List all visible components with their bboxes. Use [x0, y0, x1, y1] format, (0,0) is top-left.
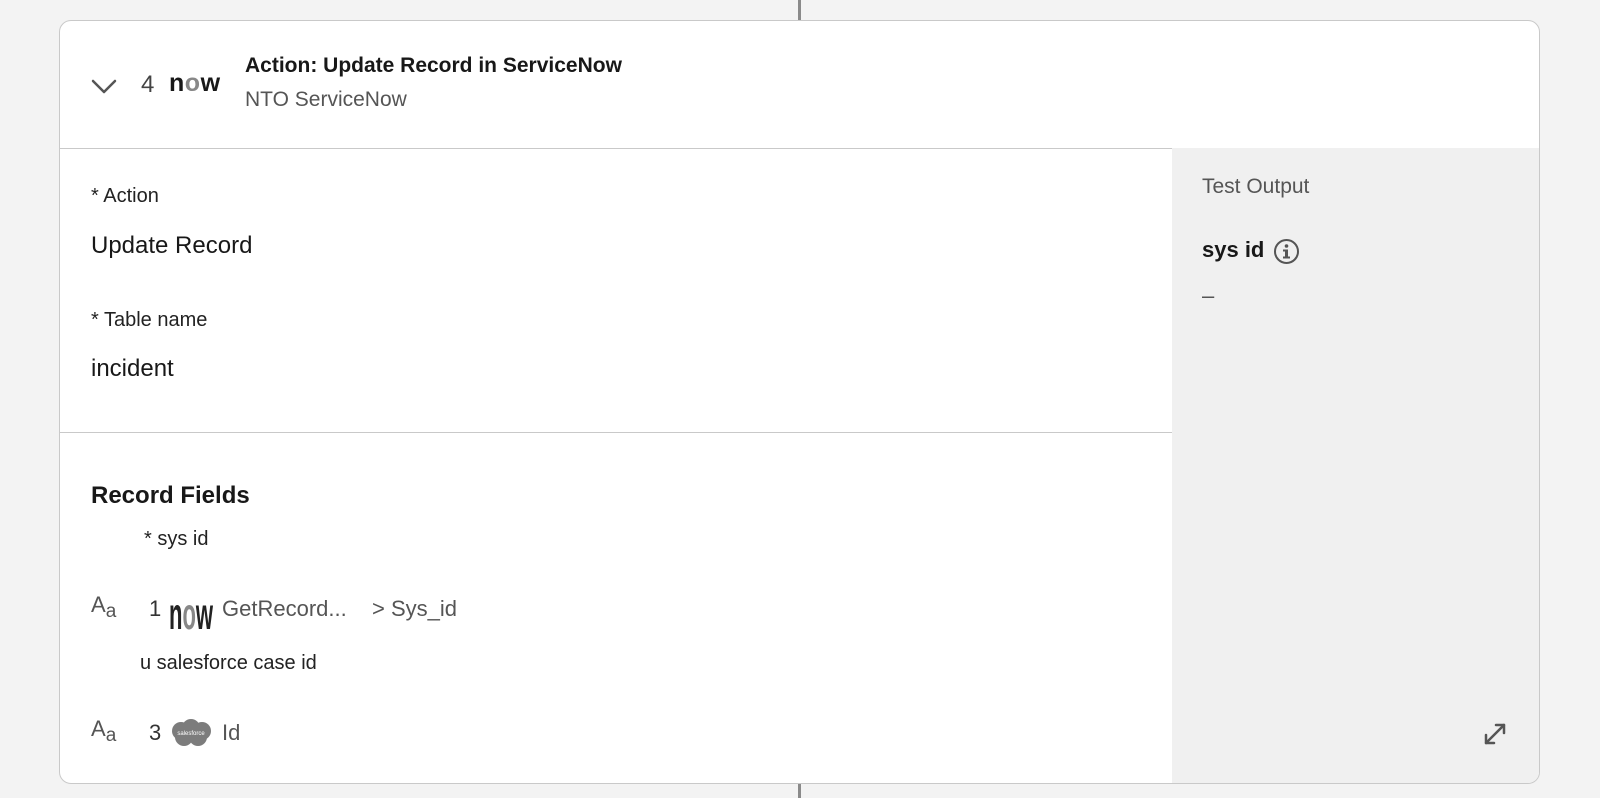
- action-value[interactable]: Update Record: [91, 232, 252, 260]
- salesforce-logo-icon: salesforce: [172, 719, 211, 746]
- table-name-value[interactable]: incident: [91, 355, 174, 383]
- servicenow-logo-icon: now: [169, 590, 213, 632]
- test-output-field-name: sys id: [1202, 237, 1265, 262]
- ref-step-number: 1: [149, 596, 162, 621]
- step-card: 4 now Action: Update Record in ServiceNo…: [59, 20, 1540, 784]
- chevron-down-icon[interactable]: [90, 77, 118, 97]
- flow-connector-bottom: [798, 784, 801, 798]
- test-output-title: Test Output: [1202, 175, 1310, 198]
- svg-text:salesforce: salesforce: [177, 731, 205, 737]
- ref-path[interactable]: > Sys_id: [372, 596, 457, 622]
- table-name-label: * Table name: [91, 309, 208, 331]
- ref-source-name[interactable]: Id: [222, 720, 240, 746]
- salesforce-case-id-field-label: u salesforce case id: [140, 652, 317, 674]
- info-icon[interactable]: [1273, 238, 1300, 265]
- text-type-icon: Aa: [91, 592, 117, 622]
- ref-step-number: 3: [149, 720, 162, 745]
- sys-id-field-label: * sys id: [144, 528, 209, 550]
- flow-connector-top: [798, 0, 801, 20]
- section-divider: [60, 432, 1172, 433]
- servicenow-logo-icon: now: [169, 69, 221, 97]
- text-type-icon: Aa: [91, 716, 117, 746]
- action-label: * Action: [91, 185, 159, 207]
- test-output-panel: Test Output sys id –: [1172, 148, 1539, 783]
- step-number: 4: [141, 71, 155, 98]
- step-title: Action: Update Record in ServiceNow: [245, 54, 622, 77]
- record-fields-title: Record Fields: [91, 482, 250, 509]
- step-header[interactable]: 4 now Action: Update Record in ServiceNo…: [60, 21, 1539, 149]
- ref-source-name[interactable]: GetRecord...: [222, 596, 347, 622]
- step-subtitle: NTO ServiceNow: [245, 88, 407, 111]
- step-config-panel: * Action Update Record * Table name inci…: [60, 148, 1172, 783]
- expand-icon[interactable]: [1482, 721, 1508, 747]
- test-output-field-value: –: [1202, 283, 1215, 308]
- svg-text:now: now: [169, 590, 213, 632]
